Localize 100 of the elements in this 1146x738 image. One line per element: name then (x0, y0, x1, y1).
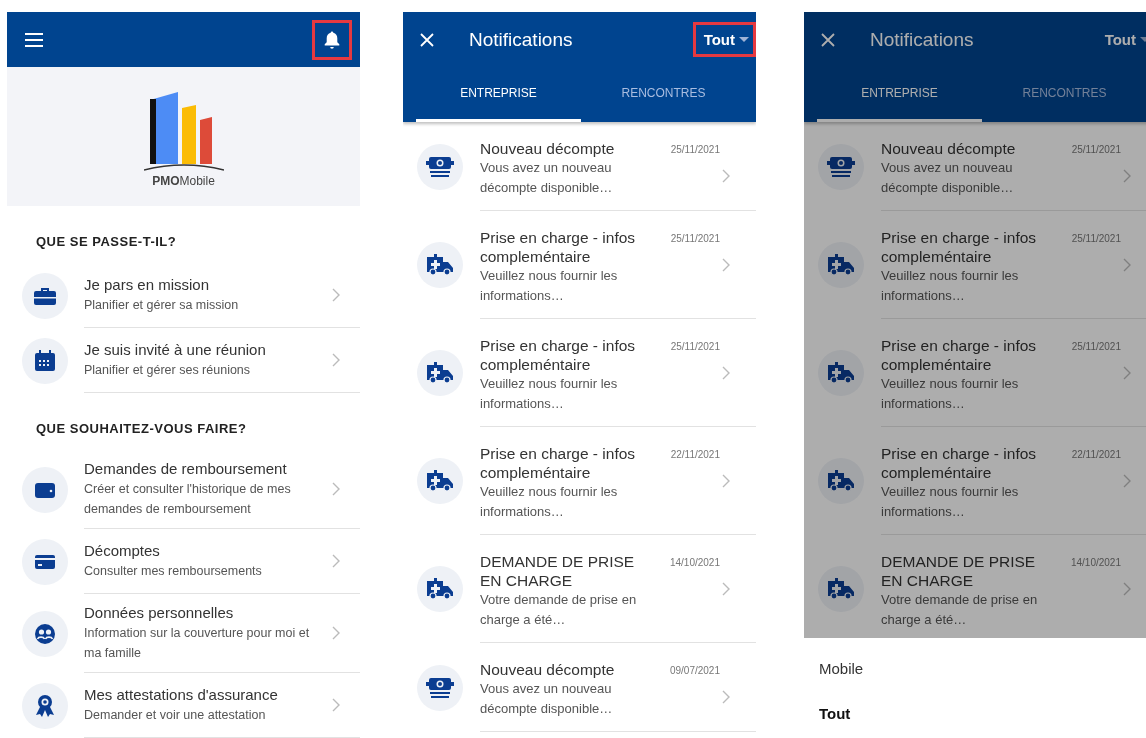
notification-item[interactable]: Prise en charge - infos compleméntaire Veuillez nous fournir les informations… 22/11/2021 (804, 427, 1146, 535)
notification-message: Veuillez nous fournir les informations… (881, 375, 1020, 413)
notification-item[interactable]: Nouveau décompte Vous avez un nouveau décompte disponible… 09/07/2021 (403, 643, 756, 732)
notification-item[interactable]: Prise en charge - infos compleméntaire Veuillez nous fournir les informations… 25/11/2021 (403, 211, 756, 319)
notification-title: Prise en charge - infos compleméntaire (480, 228, 637, 266)
notification-date: 25/11/2021 (670, 340, 720, 352)
notification-date: 25/11/2021 (1071, 232, 1121, 244)
chevron-icon (332, 554, 340, 568)
chevron-icon (1123, 169, 1131, 183)
chevron-icon (1123, 474, 1131, 488)
notification-item[interactable]: Nouveau décompte Vous avez un nouveau décompte disponible… 25/11/2021 (403, 122, 756, 211)
notification-item[interactable]: Prise en charge - infos compleméntaire Veuillez nous fournir les informations… 25/11/2021 (804, 211, 1146, 319)
filter-option[interactable]: Mobile (804, 646, 1146, 691)
tab[interactable]: RENCONTRES (581, 67, 746, 122)
notification-title: Nouveau décompte (480, 660, 616, 679)
chevron-icon (332, 288, 340, 302)
bell-icon (324, 30, 340, 49)
notification-title: Prise en charge - infos compleméntaire (881, 228, 1038, 266)
item-description: Créer et consulter l'historique de mes demandes de remboursement (84, 481, 292, 518)
ambulance-icon (818, 242, 864, 288)
notification-item[interactable]: DEMANDE DE PRISE EN CHARGE Votre demande de prise en charge a été… 14/10/2021 (403, 535, 756, 643)
caret-icon (739, 37, 749, 42)
item-title: Données personnelles (84, 603, 235, 623)
notification-title: DEMANDE DE PRISE EN CHARGE (480, 552, 636, 590)
notification-title: Prise en charge - infos compleméntaire (480, 336, 637, 374)
notification-date: 09/07/2021 (669, 664, 720, 676)
notifications-button[interactable] (312, 19, 352, 60)
notification-date: 25/11/2021 (670, 143, 720, 155)
notification-message: Veuillez nous fournir les informations… (480, 375, 619, 413)
notification-message: Vous avez un nouveau décompte disponible… (480, 159, 614, 197)
card-icon (22, 538, 68, 585)
chevron-icon (722, 258, 730, 272)
chevron-icon (1123, 582, 1131, 596)
menu-item[interactable]: Je pars en mission Planifier et gérer sa mission (7, 263, 360, 328)
notification-item[interactable]: Prise en charge - infos compleméntaire Veuillez nous fournir les informations… 25/11/2021 (804, 319, 1146, 427)
wallet-icon (22, 466, 68, 513)
notification-title: Prise en charge - infos compleméntaire (881, 444, 1038, 482)
brand-name: PMOMobile (152, 173, 215, 188)
close-icon[interactable] (420, 32, 434, 47)
item-description: Planifier et gérer sa mission (84, 297, 240, 314)
item-title: Décomptes (84, 541, 161, 561)
screen-title: Notifications (870, 28, 975, 51)
notification-message: Votre demande de prise en charge a été… (480, 591, 638, 629)
notification-date: 25/11/2021 (1071, 340, 1121, 352)
people-icon (22, 610, 68, 657)
ambulance-icon (818, 566, 864, 612)
ambulance-icon (417, 242, 463, 288)
tab[interactable]: ENTREPRISE (817, 67, 982, 122)
ambulance-icon (417, 350, 463, 396)
notification-title: DEMANDE DE PRISE EN CHARGE (881, 552, 1037, 590)
notification-title: Nouveau décompte (480, 139, 616, 158)
banknote-icon (417, 664, 463, 711)
menu-item[interactable]: Décomptes Consulter mes remboursements (7, 529, 360, 594)
tab[interactable]: ENTREPRISE (416, 67, 581, 122)
filter-dropdown[interactable]: Tout (692, 22, 756, 57)
menu-item[interactable]: Données personnelles Information sur la couverture pour moi et ma famille (7, 594, 360, 673)
notification-message: Vous avez un nouveau décompte disponible… (480, 680, 614, 718)
notification-message: Veuillez nous fournir les informations… (480, 483, 619, 521)
item-title: Demandes de remboursement (84, 459, 288, 479)
notification-title: Prise en charge - infos compleméntaire (881, 336, 1038, 374)
filter-option[interactable]: Tout (804, 691, 1146, 736)
calendar-icon (22, 337, 68, 384)
chevron-icon (722, 690, 730, 704)
notification-message: Veuillez nous fournir les informations… (881, 267, 1020, 305)
notification-message: Veuillez nous fournir les informations… (480, 267, 619, 305)
item-description: Information sur la couverture pour moi et ma famille (84, 625, 311, 662)
chevron-icon (722, 366, 730, 380)
ambulance-icon (818, 350, 864, 396)
chevron-icon (722, 474, 730, 488)
filter-dropdown[interactable]: Tout (1093, 22, 1146, 57)
menu-icon[interactable] (25, 32, 43, 47)
menu-item[interactable]: Mes attestations d'assurance Demander et voir une attestation (7, 673, 360, 738)
menu-item[interactable]: Demandes de remboursement Créer et consulter l'historique de mes demandes de remboursement (7, 450, 360, 529)
chevron-icon (332, 482, 340, 496)
notification-date: 22/11/2021 (1071, 448, 1121, 460)
notification-item[interactable]: Prise en charge - infos compleméntaire Veuillez nous fournir les informations… 22/11/2021 (403, 427, 756, 535)
item-title: Mes attestations d'assurance (84, 685, 279, 705)
notification-date: 25/11/2021 (1071, 143, 1121, 155)
notification-message: Votre demande de prise en charge a été… (881, 591, 1039, 629)
briefcase-icon (22, 272, 68, 319)
award-icon (22, 682, 68, 729)
ambulance-icon (818, 458, 864, 504)
screen-title: Notifications (469, 28, 574, 51)
notification-date: 22/11/2021 (670, 448, 720, 460)
notification-item[interactable]: Nouveau décompte Vous avez un nouveau décompte disponible… 25/11/2021 (804, 122, 1146, 211)
notification-item[interactable]: Prise en charge - infos compleméntaire Veuillez nous fournir les informations… 25/11/2021 (403, 319, 756, 427)
item-description: Planifier et gérer ses réunions (84, 362, 252, 379)
section-heading: QUE SE PASSE-T-IL? (35, 233, 178, 251)
notification-date: 14/10/2021 (1070, 556, 1121, 568)
chevron-icon (1123, 258, 1131, 272)
banknote-icon (417, 143, 463, 190)
chevron-icon (722, 582, 730, 596)
notification-date: 25/11/2021 (670, 232, 720, 244)
chevron-icon (332, 698, 340, 712)
notification-message: Vous avez un nouveau décompte disponible… (881, 159, 1015, 197)
close-icon[interactable] (821, 32, 835, 47)
ambulance-icon (417, 566, 463, 612)
menu-item[interactable]: Je suis invité à une réunion Planifier et gérer ses réunions (7, 328, 360, 393)
item-title: Je suis invité à une réunion (84, 340, 267, 360)
chevron-icon (332, 626, 340, 640)
